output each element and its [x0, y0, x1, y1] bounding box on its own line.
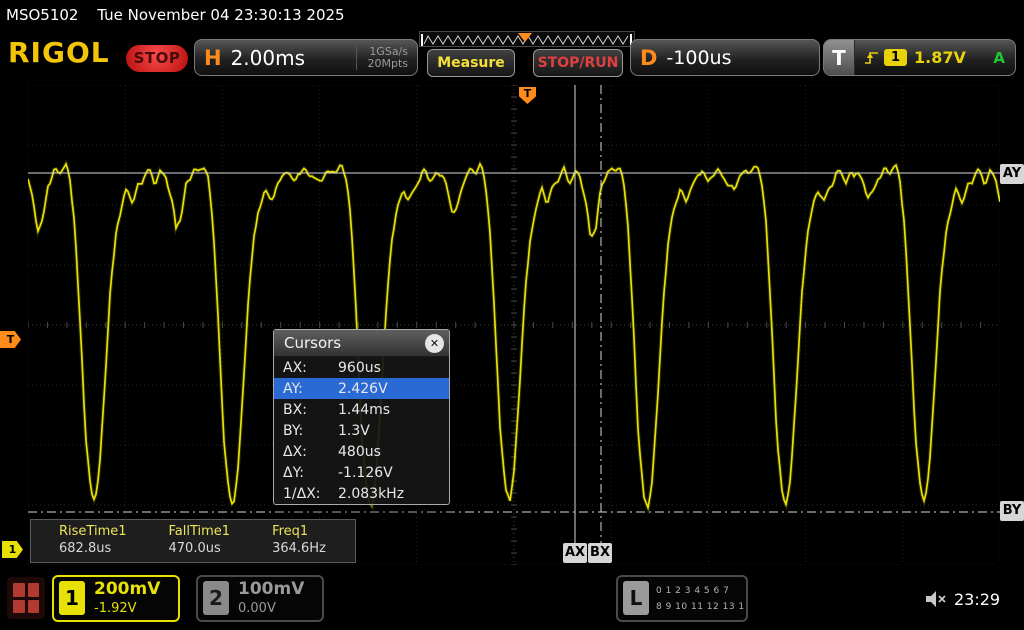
cursors-title-text: Cursors [284, 334, 341, 352]
rigol-logo: RIGOL [8, 36, 110, 69]
trigger-level-value: 1.87V [914, 48, 993, 67]
channel1-scale: 200mV [94, 579, 160, 599]
cursor-row-value: 1.3V [338, 423, 370, 439]
delay-value: -100us [666, 47, 731, 69]
channel1-badge: 1 [59, 581, 85, 615]
cursors-dialog[interactable]: Cursors ✕ AX: 960us AY: 2.426V BX: 1.44m… [273, 329, 450, 505]
cursor-ax-tag[interactable]: AX [563, 543, 587, 563]
delay-key: D [640, 46, 657, 70]
trigger-key: T [824, 40, 855, 75]
memory-depth: 20Mpts [367, 57, 408, 70]
trigger-sweep-mode: A [993, 49, 1005, 67]
measurement-name: Freq1 [272, 524, 326, 539]
measurement-value: 364.6Hz [272, 541, 326, 556]
measurement-falltime[interactable]: FallTime1 470.0us [169, 524, 231, 562]
channel2-badge: 2 [203, 581, 229, 615]
cursor-row-ay[interactable]: AY: 2.426V [274, 378, 449, 399]
channel2-offset: 0.00V [238, 601, 276, 616]
cursor-row-value: -1.126V [338, 465, 393, 481]
channel2-button[interactable]: 2 100mV 0.00V [196, 575, 324, 622]
cursor-row-bx[interactable]: BX: 1.44ms [274, 399, 449, 420]
measurement-name: FallTime1 [169, 524, 231, 539]
logic-row2: 8 9 10 11 12 13 14 15 [656, 599, 744, 615]
scope-plot[interactable] [28, 85, 1000, 565]
channel2-scale: 100mV [238, 579, 304, 599]
delay-panel[interactable]: D -100us [630, 39, 820, 76]
cursor-row-value: 960us [338, 360, 381, 376]
menu-grid-icon [13, 583, 25, 597]
cursor-row-ax[interactable]: AX: 960us [274, 357, 449, 378]
trigger-level-marker[interactable]: T [0, 331, 21, 348]
timebase-value: 2.00ms [231, 46, 357, 70]
ch1-position-marker[interactable]: 1 [2, 541, 23, 558]
datetime: Tue November 04 23:30:13 2025 [97, 6, 344, 24]
cursor-row-label: AX: [283, 360, 338, 376]
measurement-value: 470.0us [169, 541, 231, 556]
cursor-row-value: 480us [338, 444, 381, 460]
trigger-panel[interactable]: T 1 1.87V A [823, 39, 1016, 76]
cursor-row-by[interactable]: BY: 1.3V [274, 420, 449, 441]
menu-grid-button[interactable] [7, 577, 45, 619]
channel1-button[interactable]: 1 200mV -1.92V [52, 575, 180, 622]
acquisition-state-badge: STOP [126, 45, 188, 72]
cursor-bx-tag[interactable]: BX [588, 543, 612, 563]
measurement-risetime[interactable]: RiseTime1 682.8us [59, 524, 127, 562]
cursor-row-label: AY: [283, 381, 338, 397]
waveform-overview-strip[interactable] [419, 31, 635, 47]
cursor-row-value: 2.426V [338, 381, 388, 397]
logic-channel-numbers: 0 1 2 3 4 5 6 7 8 9 10 11 12 13 14 15 [656, 583, 744, 615]
cursor-row-inv-dx[interactable]: 1/ΔX: 2.083kHz [274, 483, 449, 504]
measurement-freq[interactable]: Freq1 364.6Hz [272, 524, 326, 562]
measurement-results-panel: RiseTime1 682.8us FallTime1 470.0us Freq… [30, 519, 356, 563]
trigger-slope-icon [863, 50, 880, 66]
status-bar: MSO5102 Tue November 04 23:30:13 2025 [0, 0, 1024, 30]
stop-run-button[interactable]: STOP/RUN [533, 49, 623, 77]
channel1-offset: -1.92V [94, 601, 137, 616]
measure-button[interactable]: Measure [427, 49, 515, 77]
cursor-by-tag[interactable]: BY [1000, 501, 1024, 521]
cursor-row-dx[interactable]: ΔX: 480us [274, 441, 449, 462]
cursors-dialog-title[interactable]: Cursors ✕ [274, 330, 449, 357]
model-name: MSO5102 [6, 6, 78, 24]
close-icon[interactable]: ✕ [425, 334, 444, 353]
cursor-row-value: 1.44ms [338, 402, 390, 418]
overview-trigger-marker-icon[interactable] [518, 33, 532, 42]
oscilloscope-screen: MSO5102 Tue November 04 23:30:13 2025 RI… [0, 0, 1024, 630]
cursor-row-label: BY: [283, 423, 338, 439]
measurement-value: 682.8us [59, 541, 127, 556]
clock: 23:29 [954, 590, 1000, 609]
logic-channels-button[interactable]: L 0 1 2 3 4 5 6 7 8 9 10 11 12 13 14 15 [616, 575, 748, 622]
cursor-ay-tag[interactable]: AY [1000, 164, 1024, 184]
cursor-row-label: ΔY: [283, 465, 338, 481]
cursor-row-label: BX: [283, 402, 338, 418]
speaker-muted-icon[interactable] [924, 589, 948, 613]
waveform-display[interactable] [28, 85, 1000, 565]
horizontal-key: H [204, 46, 222, 70]
cursor-row-label: 1/ΔX: [283, 486, 338, 502]
horizontal-panel[interactable]: H 2.00ms 1GSa/s 20Mpts [194, 39, 418, 76]
sample-rate-block: 1GSa/s 20Mpts [356, 46, 408, 70]
logic-badge: L [623, 581, 649, 615]
cursor-row-value: 2.083kHz [338, 486, 404, 502]
cursor-row-label: ΔX: [283, 444, 338, 460]
trigger-source-badge: 1 [884, 49, 907, 66]
measurement-name: RiseTime1 [59, 524, 127, 539]
logic-row1: 0 1 2 3 4 5 6 7 [656, 583, 744, 599]
cursor-row-dy[interactable]: ΔY: -1.126V [274, 462, 449, 483]
